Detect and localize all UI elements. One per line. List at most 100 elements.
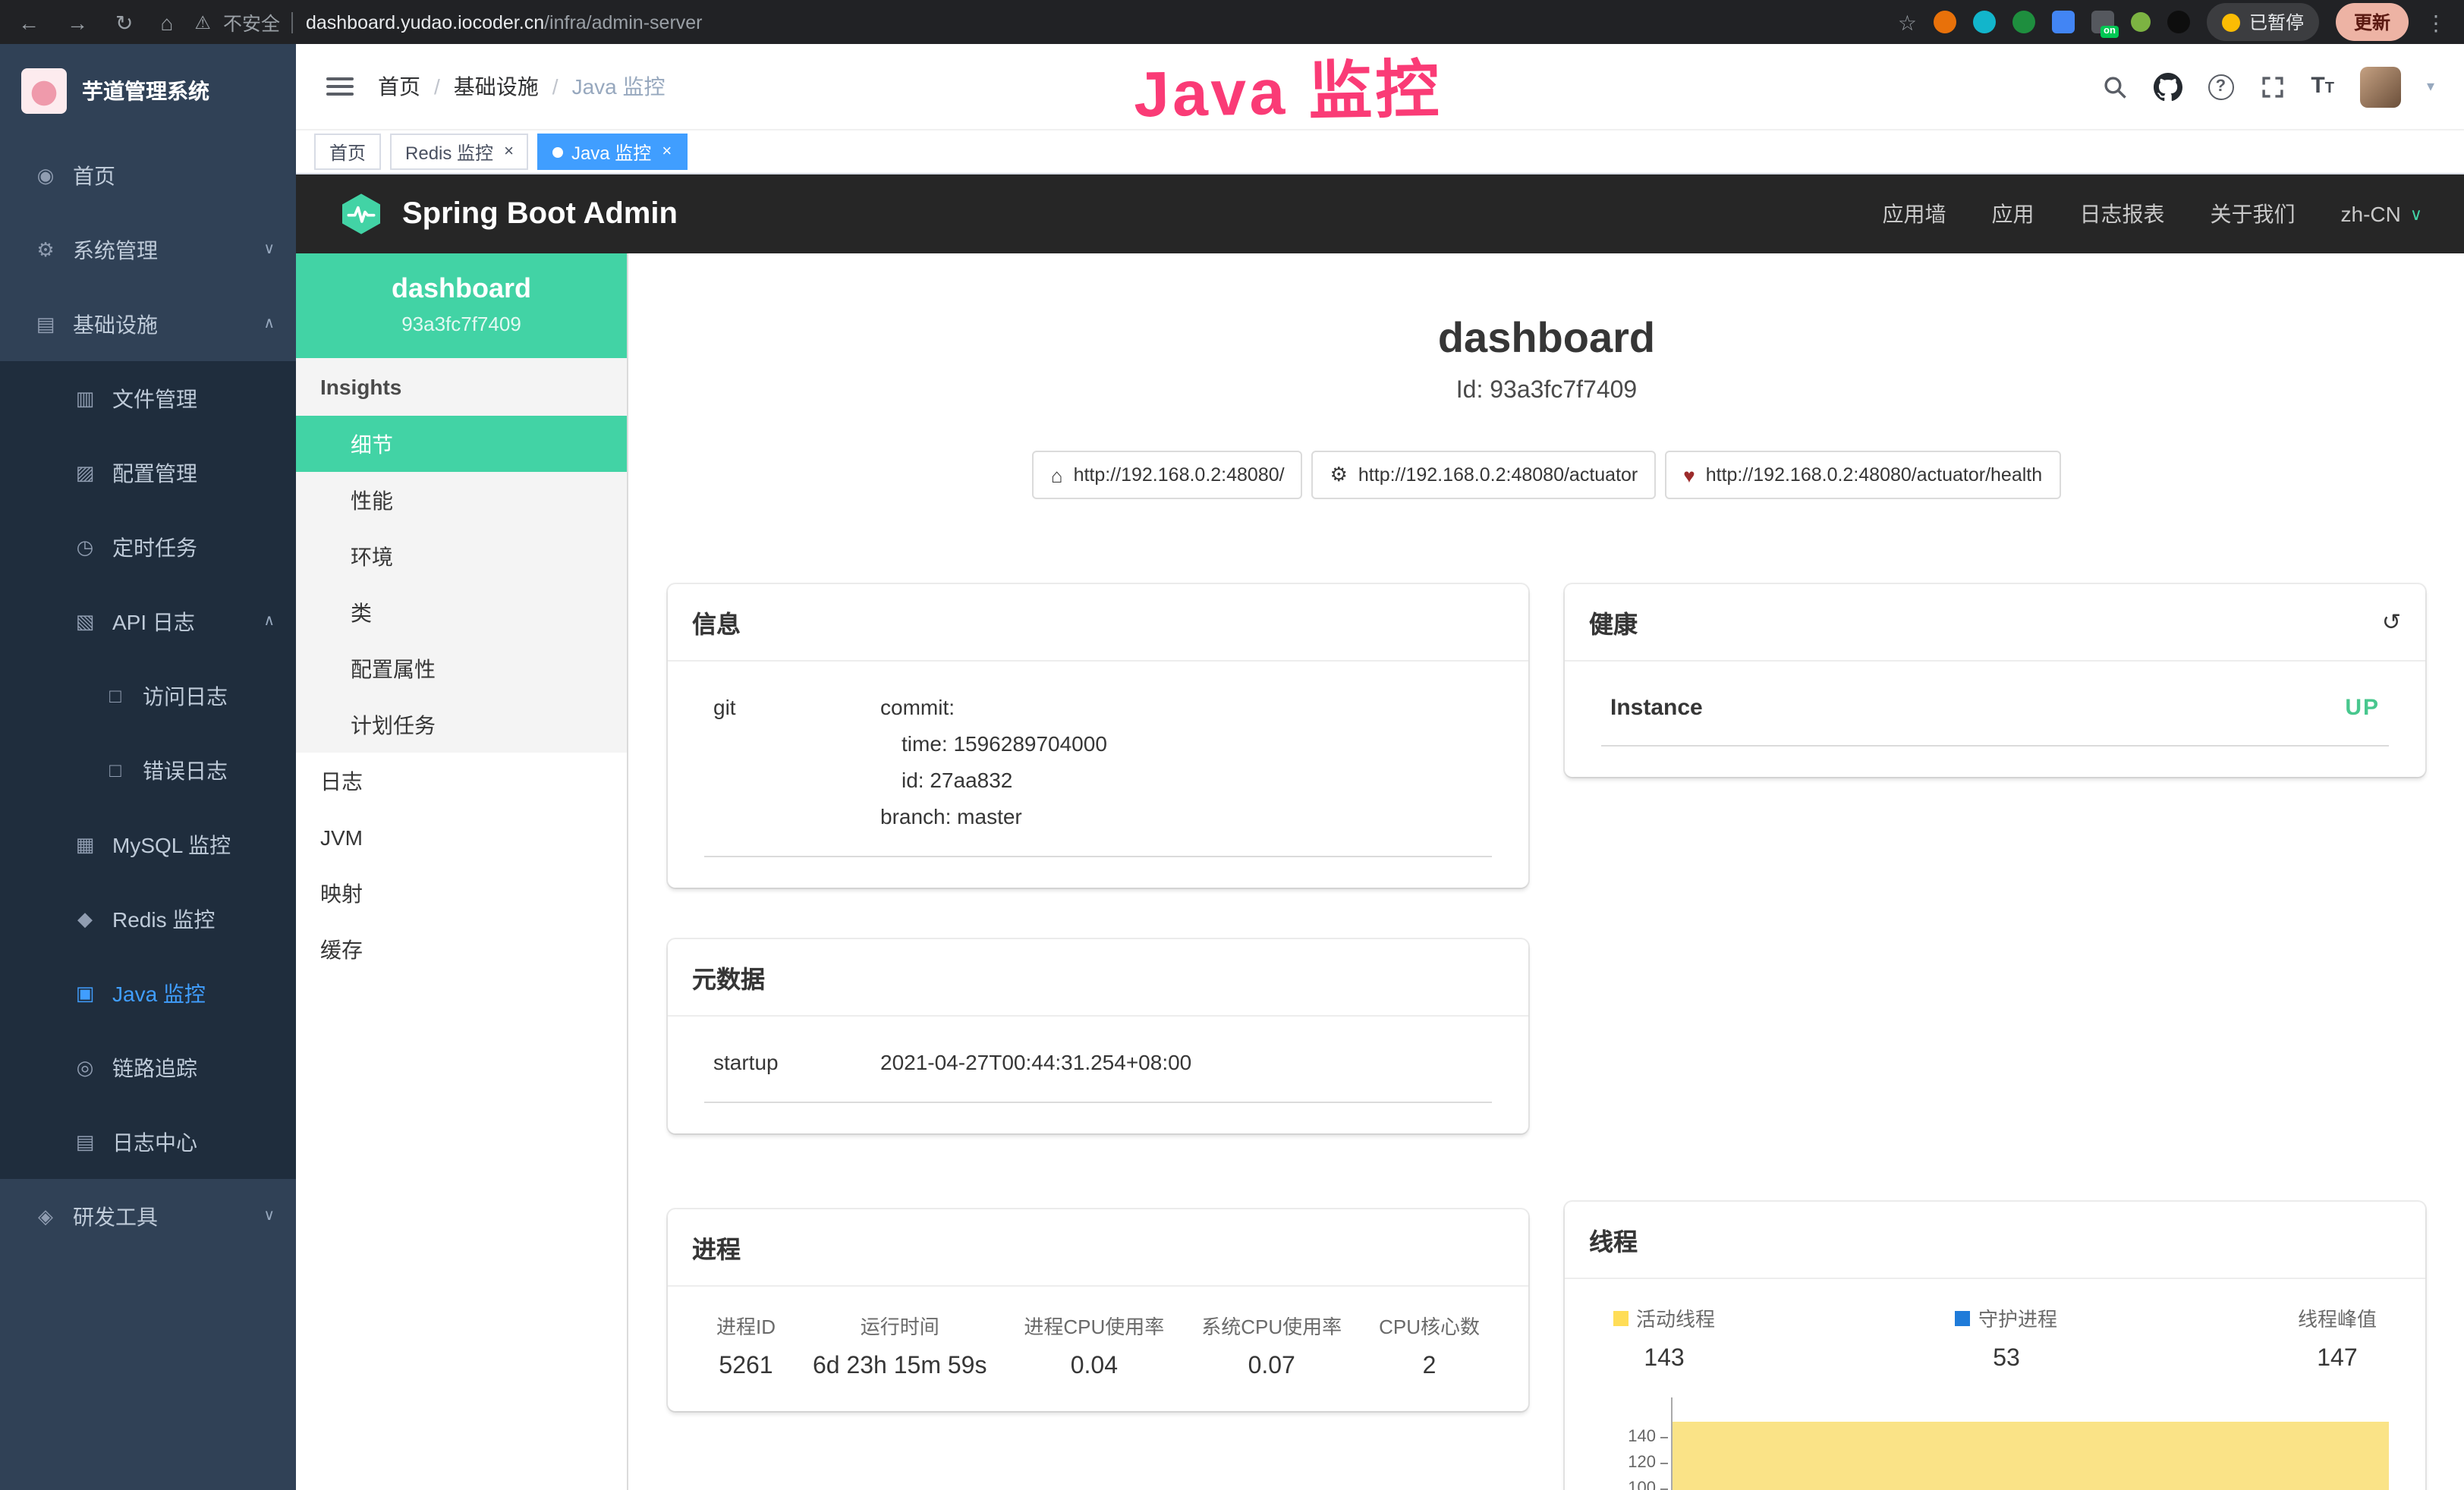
security-label[interactable]: 不安全: [223, 8, 280, 36]
extension-icon-teal[interactable]: [1973, 11, 1996, 33]
extension-icon-proxy[interactable]: on: [2091, 11, 2114, 33]
sba-nav-about[interactable]: 关于我们: [2211, 199, 2296, 229]
sidebar-item-dev-tools[interactable]: ◈ 研发工具 ∨: [0, 1179, 296, 1253]
health-url-link[interactable]: ♥http://192.168.0.2:48080/actuator/healt…: [1665, 451, 2060, 499]
doc-icon: □: [103, 759, 127, 781]
card-title: 健康: [1589, 604, 1638, 640]
sba-brand[interactable]: Spring Boot Admin: [338, 191, 678, 237]
sba-menu-jvm[interactable]: JVM: [296, 809, 627, 865]
sidebar-item-scheduled-tasks[interactable]: ◷ 定时任务: [0, 510, 296, 584]
info-value: commit: time: 1596289704000 id: 27aa832 …: [880, 689, 1483, 835]
screenshot-root: ← → ↻ ⌂ ⚠ 不安全 dashboard.yudao.iocoder.cn…: [0, 0, 2464, 1490]
sidebar-item-error-logs[interactable]: □ 错误日志: [0, 733, 296, 807]
main-area: 首页 / 基础设施 / Java 监控 ?: [296, 44, 2464, 1490]
github-icon[interactable]: [2153, 72, 2182, 101]
info-row-git: git commit: time: 1596289704000 id: 27aa…: [704, 686, 1492, 857]
tag-java-monitor[interactable]: Java 监控×: [538, 134, 687, 170]
update-button[interactable]: 更新: [2336, 3, 2409, 41]
sba-menu-caches[interactable]: 缓存: [296, 921, 627, 977]
navbar-actions: ? TT ▾: [2101, 66, 2434, 107]
sba-nav-applications[interactable]: 应用: [1992, 199, 2034, 229]
bookmark-star-icon[interactable]: ☆: [1898, 11, 1917, 33]
instance-url-link[interactable]: ⌂http://192.168.0.2:48080/: [1033, 451, 1303, 499]
sba-instance-header[interactable]: dashboard 93a3fc7f7409: [296, 253, 627, 358]
app-logo[interactable]: 芋道管理系统: [0, 44, 296, 138]
sba-menu-classes[interactable]: 类: [296, 584, 627, 640]
chevron-down-icon: ∨: [263, 241, 275, 258]
sidebar-item-label: 系统管理: [73, 234, 248, 265]
sidebar-item-access-logs[interactable]: □ 访问日志: [0, 659, 296, 733]
process-uptime: 运行时间6d 23h 15m 59s: [813, 1311, 987, 1381]
extension-icon-green[interactable]: [2012, 11, 2035, 33]
close-icon[interactable]: ×: [662, 143, 672, 161]
sidebar-item-mysql-monitor[interactable]: ▦ MySQL 监控: [0, 807, 296, 882]
sidebar-item-config-management[interactable]: ▨ 配置管理: [0, 435, 296, 510]
sidebar-item-home[interactable]: ◉ 首页: [0, 138, 296, 212]
tag-home[interactable]: 首页: [314, 134, 381, 170]
chevron-up-icon: ∧: [263, 316, 275, 332]
sba-nav-journal[interactable]: 日志报表: [2080, 199, 2165, 229]
breadcrumb-section[interactable]: 基础设施: [454, 71, 539, 102]
search-icon[interactable]: [2101, 74, 2127, 99]
close-icon[interactable]: ×: [504, 143, 514, 161]
sba-menu-details[interactable]: 细节: [296, 416, 627, 472]
extension-icon-black[interactable]: [2167, 11, 2190, 33]
sidebar-item-log-center[interactable]: ▤ 日志中心: [0, 1105, 296, 1179]
sba-menu-performance[interactable]: 性能: [296, 472, 627, 528]
y-tick-label: 140: [1628, 1428, 1656, 1446]
font-size-icon[interactable]: TT: [2311, 73, 2334, 100]
sidebar-item-redis-monitor[interactable]: ◆ Redis 监控: [0, 882, 296, 956]
sba-menu-config-props[interactable]: 配置属性: [296, 640, 627, 696]
sba-menu-scheduled-tasks[interactable]: 计划任务: [296, 696, 627, 753]
tag-redis-monitor[interactable]: Redis 监控×: [390, 134, 529, 170]
user-avatar[interactable]: [2360, 66, 2401, 107]
sidebar-item-system-management[interactable]: ⚙ 系统管理 ∨: [0, 212, 296, 287]
sba-insights-group: Insights 细节 性能 环境 类 配置属性 计划任务: [296, 358, 627, 753]
actuator-url-link[interactable]: ⚙http://192.168.0.2:48080/actuator: [1312, 451, 1657, 499]
sidebar-item-api-logs[interactable]: ▧ API 日志 ∧: [0, 584, 296, 659]
sidebar-item-label: Java 监控: [112, 978, 275, 1008]
stat-value: 0.04: [1024, 1353, 1164, 1381]
sba-logo-icon: [338, 191, 384, 237]
fullscreen-icon[interactable]: [2259, 74, 2285, 99]
sba-locale-select[interactable]: zh-CN∨: [2341, 202, 2422, 226]
health-card: 健康 ↺ Instance UP: [1565, 584, 2425, 777]
extension-icon-blue-grid[interactable]: [2052, 11, 2075, 33]
browser-back-icon[interactable]: ←: [18, 11, 39, 33]
stat-label: 进程ID: [716, 1311, 776, 1340]
sba-menu-mappings[interactable]: 映射: [296, 865, 627, 921]
kebab-menu-icon[interactable]: ⋮: [2425, 11, 2447, 33]
browser-reload-icon[interactable]: ↻: [115, 11, 133, 33]
sidebar-item-infrastructure[interactable]: ▤ 基础设施 ∧: [0, 287, 296, 361]
help-icon[interactable]: ?: [2208, 74, 2233, 99]
daemon-threads-swatch: [1956, 1310, 1971, 1325]
wrench-icon: ⚙: [1330, 463, 1348, 487]
breadcrumb: 首页 / 基础设施 / Java 监控: [378, 71, 666, 102]
address-bar[interactable]: ⚠ 不安全 dashboard.yudao.iocoder.cn/infra/a…: [194, 8, 1876, 36]
browser-home-icon[interactable]: ⌂: [160, 11, 173, 33]
hamburger-icon[interactable]: [326, 77, 354, 96]
breadcrumb-home[interactable]: 首页: [378, 71, 420, 102]
instance-id-line: Id: 93a3fc7f7409: [628, 378, 2464, 405]
sba-menu-environment[interactable]: 环境: [296, 528, 627, 584]
sidebar-item-trace[interactable]: ◎ 链路追踪: [0, 1030, 296, 1105]
redis-icon: ◆: [73, 907, 97, 931]
locale-label: zh-CN: [2341, 202, 2401, 226]
file-icon: ▥: [73, 386, 97, 410]
sba-menu-logs[interactable]: 日志: [296, 753, 627, 809]
stat-label: 线程峰值: [2298, 1303, 2377, 1332]
address-divider: [292, 11, 294, 33]
infrastructure-icon: ▤: [33, 312, 58, 336]
caret-down-icon[interactable]: ▾: [2427, 78, 2434, 95]
system-cpu: 系统CPU使用率0.07: [1201, 1311, 1342, 1381]
sba-nav-wall[interactable]: 应用墙: [1883, 199, 1946, 229]
metadata-card-header: 元数据: [668, 939, 1528, 1017]
extension-icon-orange[interactable]: [1934, 11, 1956, 33]
browser-forward-icon[interactable]: →: [67, 11, 88, 33]
sidebar-item-java-monitor[interactable]: ▣ Java 监控: [0, 956, 296, 1030]
history-icon[interactable]: ↺: [2382, 608, 2401, 636]
paused-badge[interactable]: 已暂停: [2207, 3, 2319, 41]
sidebar-item-label: 访问日志: [143, 681, 275, 711]
sidebar-item-file-management[interactable]: ▥ 文件管理: [0, 361, 296, 435]
extension-icon-small-green[interactable]: [2131, 12, 2151, 32]
